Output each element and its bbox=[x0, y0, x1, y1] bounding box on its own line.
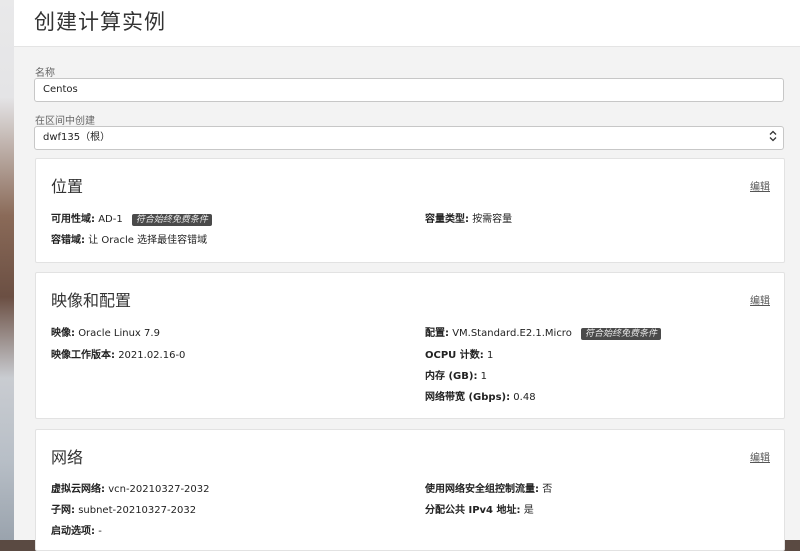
field-key: 可用性域: bbox=[51, 214, 95, 225]
always-free-badge: 符合始终免费条件 bbox=[581, 328, 662, 340]
field-key: 分配公共 IPv4 地址: bbox=[425, 505, 521, 516]
field-value: 让 Oracle 选择最佳容错域 bbox=[88, 235, 208, 246]
subnet-field: 子网: subnet-20210327-2032 bbox=[51, 501, 196, 516]
compartment-select[interactable]: dwf135（根） bbox=[34, 126, 784, 150]
image-field: 映像: Oracle Linux 7.9 bbox=[51, 324, 160, 339]
name-input-value: Centos bbox=[43, 84, 78, 95]
field-value: 否 bbox=[542, 484, 553, 495]
field-key: 内存 (GB): bbox=[425, 371, 478, 382]
launch-options-field: 启动选项: - bbox=[51, 522, 102, 537]
shape-field: 配置: VM.Standard.E2.1.Micro 符合始终免费条件 bbox=[425, 324, 662, 340]
availability-domain-field: 可用性域: AD-1 符合始终免费条件 bbox=[51, 210, 212, 226]
field-key: 容错域: bbox=[51, 235, 85, 246]
public-ip-field: 分配公共 IPv4 地址: 是 bbox=[425, 501, 534, 516]
fault-domain-field: 容错域: 让 Oracle 选择最佳容错域 bbox=[51, 231, 207, 246]
field-value: 2021.02.16-0 bbox=[118, 350, 186, 361]
field-key: 映像工作版本: bbox=[51, 350, 115, 361]
field-key: 子网: bbox=[51, 505, 75, 516]
field-value: AD-1 bbox=[98, 214, 123, 225]
create-instance-panel: 创建计算实例 名称 Centos 在区间中创建 dwf135（根） 位置 编辑 … bbox=[14, 0, 800, 551]
field-key: 启动选项: bbox=[51, 526, 95, 537]
image-shape-edit-link[interactable]: 编辑 bbox=[750, 292, 770, 307]
field-value: 是 bbox=[523, 505, 534, 516]
ocpu-field: OCPU 计数: 1 bbox=[425, 346, 493, 361]
field-key: 容量类型: bbox=[425, 214, 469, 225]
field-value: 1 bbox=[480, 371, 488, 382]
capacity-type-field: 容量类型: 按需容量 bbox=[425, 210, 512, 225]
field-key: 使用网络安全组控制流量: bbox=[425, 484, 539, 495]
name-label: 名称 bbox=[35, 68, 55, 79]
field-key: 配置: bbox=[425, 328, 449, 339]
image-shape-section: 映像和配置 编辑 映像: Oracle Linux 7.9 映像工作版本: 20… bbox=[35, 272, 785, 419]
nsg-field: 使用网络安全组控制流量: 否 bbox=[425, 480, 552, 495]
field-value: 按需容量 bbox=[472, 214, 513, 225]
always-free-badge: 符合始终免费条件 bbox=[131, 214, 212, 226]
chevron-updown-icon bbox=[769, 130, 777, 144]
field-value: - bbox=[98, 526, 102, 537]
field-key: 映像: bbox=[51, 328, 75, 339]
network-section: 网络 编辑 虚拟云网络: vcn-20210327-2032 子网: subne… bbox=[35, 429, 785, 551]
name-input[interactable]: Centos bbox=[34, 78, 784, 102]
field-key: 虚拟云网络: bbox=[51, 484, 105, 495]
field-value: 0.48 bbox=[513, 392, 536, 403]
compartment-select-value: dwf135（根） bbox=[43, 132, 111, 143]
network-title: 网络 bbox=[51, 448, 84, 467]
placement-section: 位置 编辑 可用性域: AD-1 符合始终免费条件 容错域: 让 Oracle … bbox=[35, 158, 785, 263]
panel-header: 创建计算实例 bbox=[14, 0, 800, 47]
field-value: vcn-20210327-2032 bbox=[108, 484, 210, 495]
field-value: subnet-20210327-2032 bbox=[78, 505, 197, 516]
memory-field: 内存 (GB): 1 bbox=[425, 367, 487, 382]
vcn-field: 虚拟云网络: vcn-20210327-2032 bbox=[51, 480, 210, 495]
field-key: OCPU 计数: bbox=[425, 350, 484, 361]
network-edit-link[interactable]: 编辑 bbox=[750, 449, 770, 464]
image-shape-title: 映像和配置 bbox=[51, 291, 132, 310]
compartment-label: 在区间中创建 bbox=[35, 116, 95, 127]
placement-edit-link[interactable]: 编辑 bbox=[750, 178, 770, 193]
field-key: 网络带宽 (Gbps): bbox=[425, 392, 511, 403]
field-value: VM.Standard.E2.1.Micro bbox=[452, 328, 572, 339]
placement-title: 位置 bbox=[51, 177, 84, 196]
field-value: 1 bbox=[486, 350, 494, 361]
bandwidth-field: 网络带宽 (Gbps): 0.48 bbox=[425, 388, 536, 403]
image-build-field: 映像工作版本: 2021.02.16-0 bbox=[51, 346, 185, 361]
page-title: 创建计算实例 bbox=[34, 10, 166, 34]
field-value: Oracle Linux 7.9 bbox=[78, 328, 160, 339]
background-photo bbox=[0, 0, 14, 540]
